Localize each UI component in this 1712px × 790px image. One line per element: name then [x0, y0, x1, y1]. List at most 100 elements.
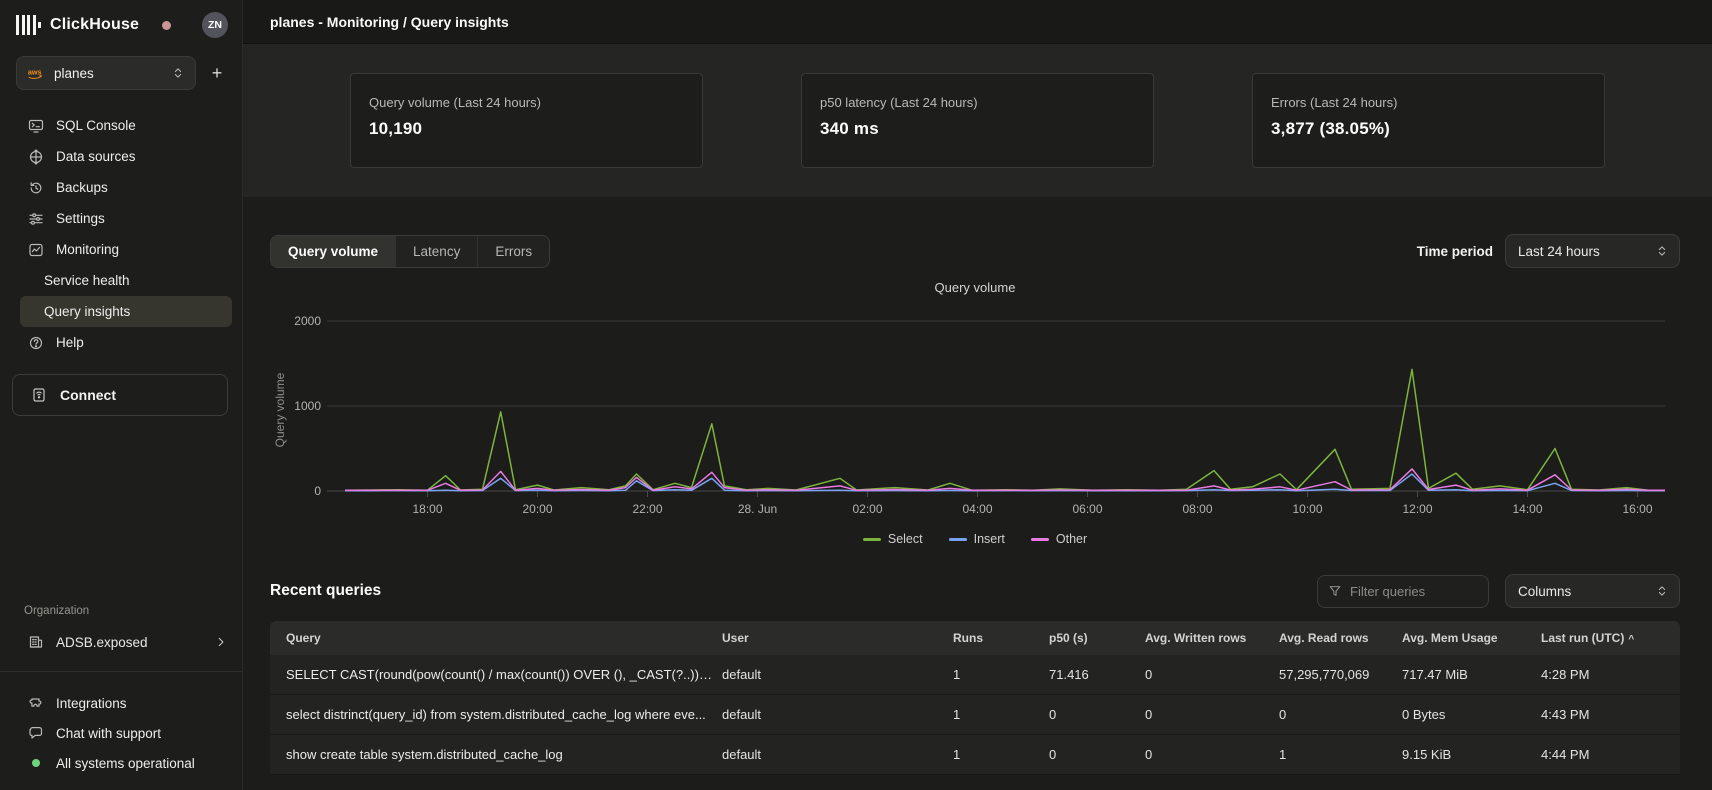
- series-select: [345, 369, 1665, 490]
- time-period: Time period Last 24 hours: [1417, 234, 1680, 268]
- recent-controls: Columns: [1317, 574, 1680, 608]
- cell-avg-read-rows: 1: [1279, 747, 1402, 762]
- x-tick-label: 14:00: [1512, 502, 1542, 516]
- service-name: planes: [54, 66, 162, 81]
- aws-icon: aws: [27, 67, 45, 80]
- x-tick-label: 06:00: [1072, 502, 1102, 516]
- sidebar-item-service-health[interactable]: Service health: [20, 265, 232, 296]
- data-sources-icon: [28, 149, 44, 165]
- legend-item-select[interactable]: Select: [863, 532, 923, 546]
- cell-avg-mem-usage: 9.15 KiB: [1402, 747, 1541, 762]
- add-service-button[interactable]: +: [206, 63, 228, 84]
- recent-queries-title: Recent queries: [270, 582, 381, 600]
- service-selector[interactable]: aws planes: [16, 56, 196, 90]
- column-header-label: Avg. Written rows: [1145, 631, 1246, 645]
- time-period-label: Time period: [1417, 244, 1493, 259]
- columns-select[interactable]: Columns: [1505, 574, 1680, 608]
- tab-query-volume[interactable]: Query volume: [271, 236, 396, 267]
- controls-row: Query volumeLatencyErrors Time period La…: [270, 234, 1680, 268]
- monitoring-icon: [28, 242, 44, 258]
- x-tick-label: 20:00: [522, 502, 552, 516]
- table-row[interactable]: select distrinct(query_id) from system.d…: [270, 695, 1680, 735]
- app-root: ClickHouse ZN aws planes + SQL ConsoleDa…: [0, 0, 1712, 790]
- settings-icon: [28, 211, 44, 227]
- column-header-label: User: [722, 631, 749, 645]
- brand-row: ClickHouse ZN: [0, 0, 242, 48]
- sidebar-footer-integrations[interactable]: Integrations: [20, 688, 232, 718]
- stat-value: 340 ms: [820, 119, 1135, 139]
- column-header-query[interactable]: Query: [270, 631, 722, 645]
- column-header-label: p50 (s): [1049, 631, 1088, 645]
- tab-latency[interactable]: Latency: [396, 236, 478, 267]
- sidebar-footer-all-systems-operational[interactable]: All systems operational: [20, 748, 232, 778]
- sidebar-footer-chat-with-support[interactable]: Chat with support: [20, 718, 232, 748]
- breadcrumb: planes - Monitoring / Query insights: [270, 14, 509, 30]
- sidebar-item-backups[interactable]: Backups: [20, 172, 232, 203]
- column-header-user[interactable]: User: [722, 631, 953, 645]
- topbar: planes - Monitoring / Query insights: [243, 0, 1712, 44]
- sidebar-footer-label: Chat with support: [56, 726, 161, 741]
- avatar[interactable]: ZN: [202, 12, 228, 38]
- organization-label: Organization: [0, 605, 242, 627]
- sidebar-item-sql-console[interactable]: SQL Console: [20, 110, 232, 141]
- column-header-avg-written-rows[interactable]: Avg. Written rows: [1145, 631, 1279, 645]
- cell-avg-mem-usage: 0 Bytes: [1402, 707, 1541, 722]
- chevron-right-icon: [214, 635, 228, 649]
- svg-text:aws: aws: [28, 67, 42, 76]
- sort-ascending-icon: ^: [1628, 634, 1634, 645]
- y-tick-label: 1000: [294, 399, 321, 413]
- x-tick-label: 10:00: [1292, 502, 1322, 516]
- brand-name: ClickHouse: [50, 16, 139, 34]
- sidebar-item-help[interactable]: Help: [20, 327, 232, 358]
- column-header-avg-read-rows[interactable]: Avg. Read rows: [1279, 631, 1402, 645]
- column-header-label: Avg. Mem Usage: [1402, 631, 1498, 645]
- column-header-runs[interactable]: Runs: [953, 631, 1049, 645]
- sidebar-item-query-insights[interactable]: Query insights: [20, 296, 232, 327]
- filter-queries-box: [1317, 575, 1489, 608]
- notification-dot-icon[interactable]: [162, 21, 171, 30]
- chart-legend: Select Insert Other: [270, 532, 1680, 546]
- connect-button[interactable]: Connect: [12, 374, 228, 416]
- funnel-icon: [1328, 584, 1342, 598]
- cell-user: default: [722, 707, 953, 722]
- legend-swatch: [1031, 538, 1049, 541]
- x-tick-label: 12:00: [1402, 502, 1432, 516]
- organization-switcher[interactable]: ADSB.exposed: [20, 627, 228, 657]
- sidebar-item-monitoring[interactable]: Monitoring: [20, 234, 232, 265]
- query-volume-chart[interactable]: 010002000Query volume18:0020:0022:0028. …: [270, 295, 1682, 523]
- table-body: SELECT CAST(round(pow(count() / max(coun…: [270, 655, 1680, 775]
- legend-swatch: [949, 538, 967, 541]
- sidebar-item-label: Monitoring: [56, 242, 119, 257]
- x-tick-label: 02:00: [852, 502, 882, 516]
- legend-item-insert[interactable]: Insert: [949, 532, 1005, 546]
- legend-swatch: [863, 538, 881, 541]
- column-header-last-run-utc-[interactable]: Last run (UTC)^: [1541, 631, 1680, 645]
- cell-last-run-utc-: 4:28 PM: [1541, 667, 1680, 682]
- tab-errors[interactable]: Errors: [478, 236, 549, 267]
- recent-queries-table: QueryUser Runsp50 (s) Avg. Written rows Avg…: [270, 621, 1680, 775]
- sidebar-nav: SQL ConsoleData sourcesBackupsSettings Mo…: [0, 96, 242, 358]
- cell-last-run-utc-: 4:43 PM: [1541, 707, 1680, 722]
- columns-label: Columns: [1518, 584, 1571, 599]
- cell-runs: 1: [953, 747, 1049, 762]
- filter-queries-input[interactable]: [1350, 584, 1470, 599]
- table-row[interactable]: SELECT CAST(round(pow(count() / max(coun…: [270, 655, 1680, 695]
- chat-icon: [28, 725, 44, 741]
- sidebar-item-label: Service health: [44, 273, 130, 288]
- cell-avg-written-rows: 0: [1145, 667, 1279, 682]
- sidebar-footer: Integrations Chat with support All systems…: [0, 672, 242, 790]
- table-row[interactable]: show create table system.distributed_cac…: [270, 735, 1680, 775]
- column-header-p50-s-[interactable]: p50 (s): [1049, 631, 1145, 645]
- time-period-select[interactable]: Last 24 hours: [1505, 234, 1680, 268]
- sidebar-item-data-sources[interactable]: Data sources: [20, 141, 232, 172]
- column-header-avg-mem-usage[interactable]: Avg. Mem Usage: [1402, 631, 1541, 645]
- cell-user: default: [722, 747, 953, 762]
- legend-item-other[interactable]: Other: [1031, 532, 1087, 546]
- sidebar-item-settings[interactable]: Settings: [20, 203, 232, 234]
- x-tick-label: 18:00: [412, 502, 442, 516]
- help-icon: [28, 335, 44, 351]
- chevron-updown-icon: [1655, 244, 1669, 258]
- clickhouse-logo-icon: [16, 15, 41, 35]
- legend-label: Select: [888, 532, 923, 546]
- main-area: planes - Monitoring / Query insights Que…: [243, 0, 1712, 790]
